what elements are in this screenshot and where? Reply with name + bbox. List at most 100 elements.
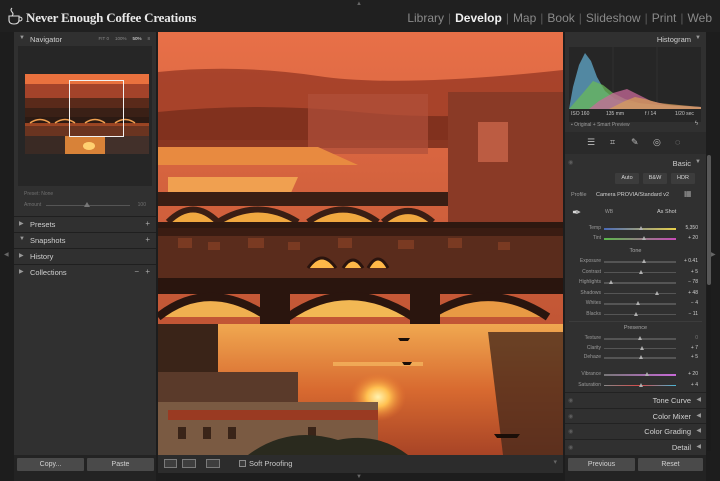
navigator-viewport-box[interactable] [69, 80, 124, 137]
reset-button[interactable]: Reset [638, 458, 703, 471]
slider-value[interactable]: + 48 [688, 290, 698, 296]
navigator-header[interactable]: ▼ Navigator FIT 0 100% 50% 8 [14, 33, 156, 46]
slider-value[interactable]: + 5 [691, 269, 698, 275]
slider-value[interactable]: − 4 [691, 300, 698, 306]
slider-value[interactable]: + 5 [691, 354, 698, 360]
before-after-view-icon[interactable] [182, 459, 196, 468]
slider-knob[interactable] [637, 336, 642, 340]
module-slideshow[interactable]: Slideshow [586, 11, 641, 25]
module-map[interactable]: Map [513, 11, 536, 25]
soft-proofing-checkbox[interactable] [239, 460, 246, 467]
scrollbar-thumb[interactable] [707, 155, 711, 285]
amount-slider-knob[interactable] [84, 202, 90, 207]
slider-knob[interactable] [638, 269, 643, 274]
slider-knob[interactable] [640, 345, 645, 350]
lightning-icon[interactable]: ϟ [695, 121, 698, 127]
zoom-option[interactable]: FIT 0 [99, 36, 109, 41]
wb-select[interactable]: As Shot [657, 209, 676, 215]
collections-header[interactable]: ▶ Collections − + [14, 266, 156, 279]
slider-exposure[interactable]: Exposure + 0.41 [565, 258, 706, 266]
slider-value[interactable]: + 20 [688, 235, 698, 241]
auto-button[interactable]: Auto [615, 173, 639, 184]
module-library[interactable]: Library [407, 11, 444, 25]
add-snapshot-icon[interactable]: + [145, 235, 150, 244]
slider-knob[interactable] [641, 236, 646, 240]
zoom-option[interactable]: 100% [115, 36, 127, 41]
slider-knob[interactable] [638, 382, 643, 387]
main-photo[interactable] [158, 32, 563, 455]
slider-blacks[interactable]: Blacks − 11 [565, 311, 706, 319]
history-header[interactable]: ▶ History [14, 250, 156, 263]
zoom-option[interactable]: 8 [147, 36, 150, 41]
slider-knob[interactable] [641, 259, 646, 263]
basic-header[interactable]: ◉ Basic ▼ [565, 156, 706, 170]
slider-vibrance[interactable]: Vibrance + 20 [565, 371, 706, 379]
remove-collection-icon[interactable]: − [134, 267, 139, 276]
masking-icon[interactable]: ◌ [675, 137, 680, 147]
slider-track[interactable] [604, 313, 676, 315]
module-web[interactable]: Web [688, 11, 712, 25]
slider-knob[interactable] [644, 372, 649, 376]
panel-detail[interactable]: ◉ Detail ◀ [565, 438, 706, 454]
eye-icon[interactable]: ◉ [568, 413, 573, 420]
module-print[interactable]: Print [652, 11, 677, 25]
slider-track[interactable] [604, 282, 676, 284]
panel-tone-curve[interactable]: ◉ Tone Curve ◀ [565, 392, 706, 407]
slider-value[interactable]: 5,350 [685, 225, 698, 231]
slider-dehaze[interactable]: Dehaze + 5 [565, 354, 706, 362]
slider-contrast[interactable]: Contrast + 5 [565, 269, 706, 277]
zoom-option[interactable]: 50% [132, 36, 141, 41]
profile-select[interactable]: Camera PROVIA/Standard v2 [596, 192, 669, 198]
slider-whites[interactable]: Whites − 4 [565, 300, 706, 308]
slider-knob[interactable] [638, 355, 643, 359]
slider-track[interactable] [604, 292, 676, 294]
slider-value[interactable]: − 78 [688, 279, 698, 285]
slider-value[interactable]: − 11 [689, 311, 699, 317]
slider-clarity[interactable]: Clarity + 7 [565, 345, 706, 353]
module-develop[interactable]: Develop [455, 11, 502, 25]
previous-button[interactable]: Previous [568, 458, 635, 471]
navigator-preview[interactable] [18, 46, 152, 186]
loupe-view-icon[interactable] [164, 459, 177, 468]
right-panel-scrollbar[interactable] [707, 155, 711, 451]
before-after-swap-icon[interactable] [206, 459, 220, 468]
histogram-header[interactable]: Histogram ▼ [565, 32, 706, 46]
slider-texture[interactable]: Texture 0 [565, 335, 706, 343]
slider-value[interactable]: + 4 [691, 382, 698, 388]
edit-sliders-icon[interactable]: ☰ [587, 137, 595, 148]
slider-highlights[interactable]: Highlights − 78 [565, 279, 706, 287]
slider-knob[interactable] [638, 226, 643, 230]
eye-icon[interactable]: ◉ [568, 444, 573, 451]
slider-value[interactable]: 0 [695, 335, 698, 341]
right-panel-toggle-icon[interactable]: ▶ [711, 251, 716, 258]
filmstrip-toggle-icon[interactable]: ▼ [356, 474, 362, 480]
eye-icon[interactable]: ◉ [568, 428, 573, 435]
healing-icon[interactable]: ✎ [631, 137, 639, 148]
slider-knob[interactable] [636, 301, 641, 305]
profile-browser-icon[interactable]: ▦ [684, 189, 696, 199]
slider-saturation[interactable]: Saturation + 4 [565, 382, 706, 390]
top-panel-toggle-icon[interactable]: ▲ [356, 1, 362, 7]
red-eye-icon[interactable]: ◎ [653, 137, 661, 148]
crop-icon[interactable]: ⌗ [610, 137, 615, 148]
slider-value[interactable]: + 20 [688, 371, 698, 377]
slider-knob[interactable] [654, 290, 659, 295]
snapshots-header[interactable]: ▼ Snapshots + [14, 234, 156, 247]
toolbar-menu-icon[interactable]: ▾ [553, 458, 557, 466]
slider-shadows[interactable]: Shadows + 48 [565, 290, 706, 298]
eye-icon[interactable]: ◉ [568, 397, 573, 404]
slider-track[interactable] [604, 261, 676, 263]
add-collection-icon[interactable]: + [145, 267, 150, 276]
slider-track[interactable] [604, 238, 676, 240]
left-panel-toggle-icon[interactable]: ◀ [4, 251, 9, 258]
copy-button[interactable]: Copy... [17, 458, 84, 471]
panel-color-grading[interactable]: ◉ Color Grading ◀ [565, 423, 706, 438]
slider-tint[interactable]: Tint + 20 [565, 235, 706, 243]
presets-header[interactable]: ▶ Presets + [14, 218, 156, 231]
slider-temp[interactable]: Temp 5,350 [565, 225, 706, 233]
white-balance-picker-icon[interactable]: ✒ [572, 206, 581, 219]
slider-value[interactable]: + 7 [691, 345, 698, 351]
slider-value[interactable]: + 0.41 [684, 258, 698, 264]
slider-knob[interactable] [633, 311, 638, 316]
black-white-button[interactable]: B&W [643, 173, 667, 184]
